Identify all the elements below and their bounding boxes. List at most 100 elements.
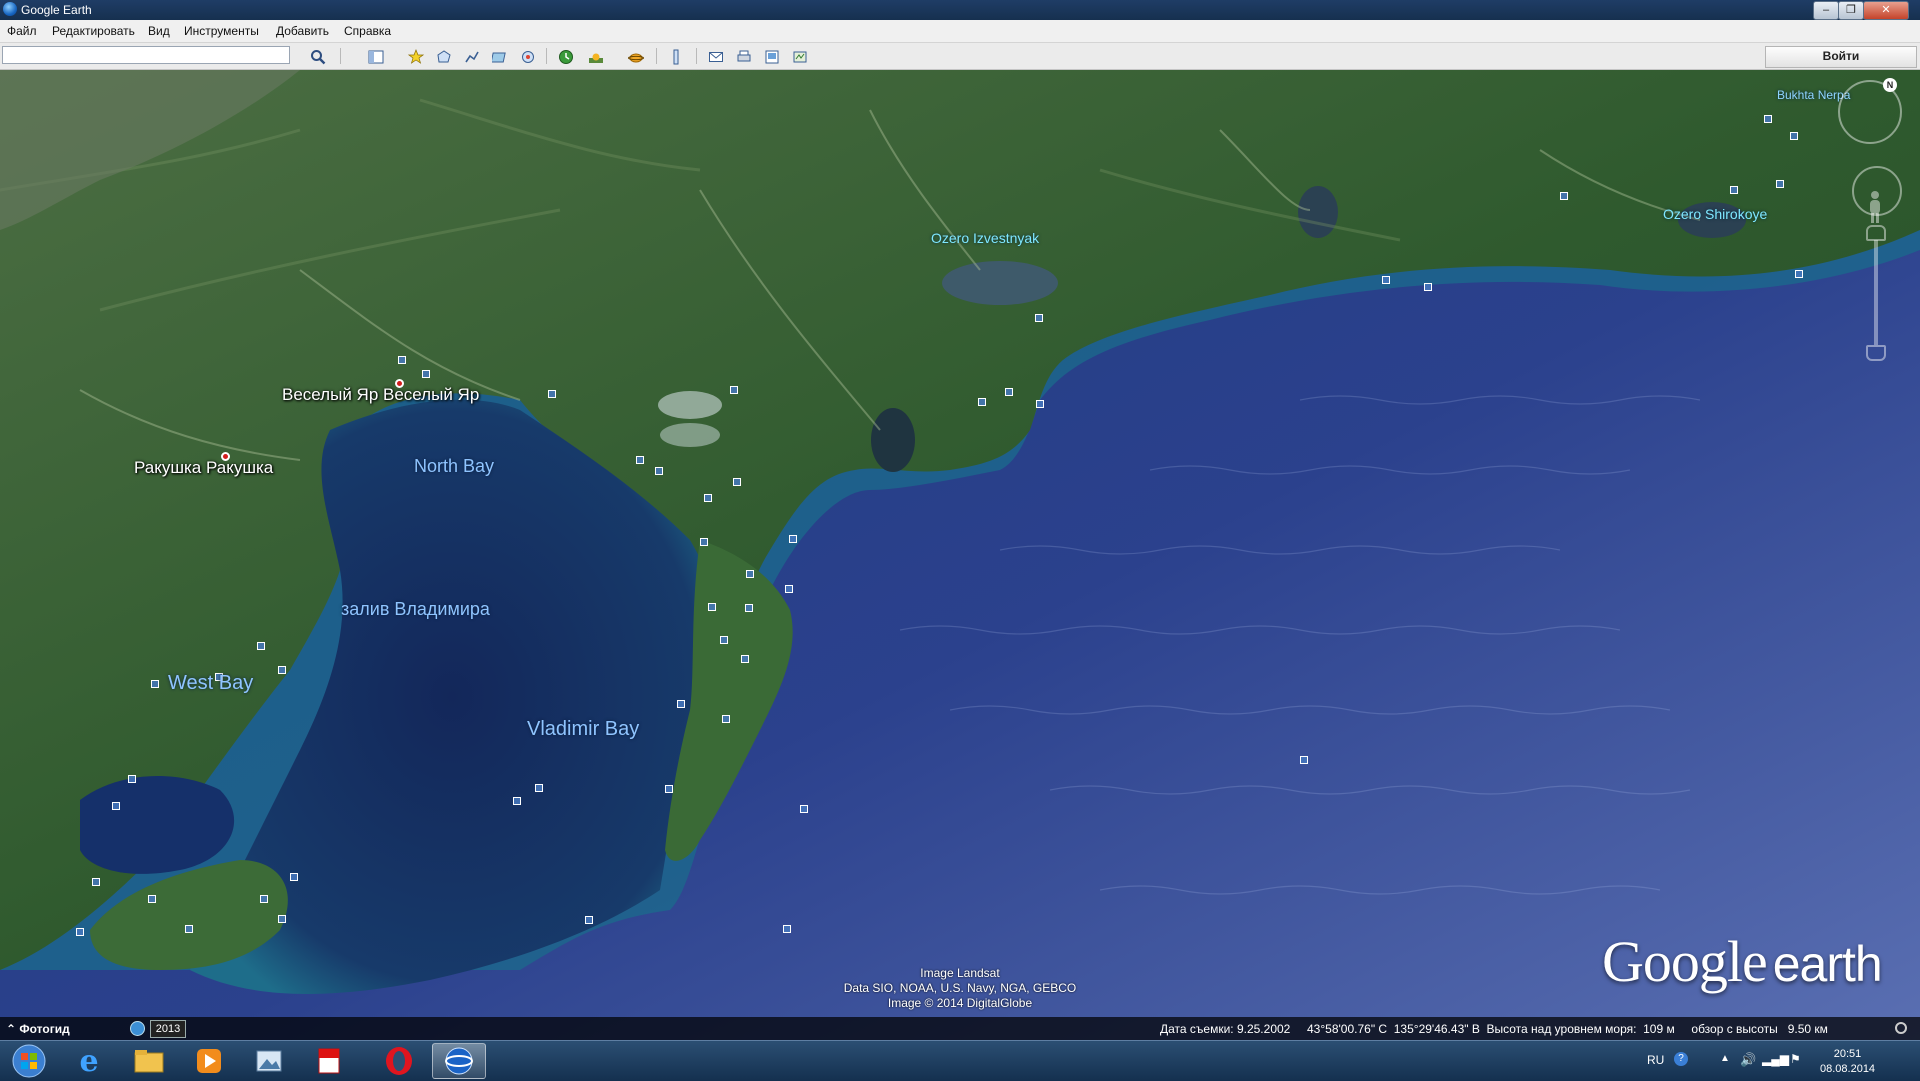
media-player-icon[interactable] (182, 1043, 236, 1079)
photo-icon[interactable] (151, 680, 159, 688)
email-icon[interactable] (704, 46, 728, 68)
photo-guide-button[interactable]: ⌃ Фотогид (6, 1022, 70, 1036)
zoom-out-icon[interactable] (1866, 345, 1886, 361)
historical-imagery-icon[interactable] (130, 1021, 145, 1036)
imagery-year-badge[interactable]: 2013 (150, 1020, 186, 1038)
google-earth-icon[interactable] (432, 1043, 486, 1079)
search-input[interactable] (2, 46, 290, 64)
photo-icon[interactable] (1730, 186, 1738, 194)
show-hidden-icons-icon[interactable]: ▲ (1720, 1053, 1730, 1064)
photo-icon[interactable] (665, 785, 673, 793)
photo-icon[interactable] (677, 700, 685, 708)
language-indicator[interactable]: RU (1647, 1053, 1664, 1067)
minimize-button[interactable]: – (1813, 1, 1839, 20)
photo-icon[interactable] (585, 916, 593, 924)
photo-icon[interactable] (730, 386, 738, 394)
place-label-zaliv-vladimira[interactable]: залив Владимира (341, 599, 490, 620)
photo-icon[interactable] (655, 467, 663, 475)
adobe-reader-icon[interactable] (302, 1043, 356, 1079)
photo-icon[interactable] (422, 370, 430, 378)
historical-imagery-icon[interactable] (554, 46, 578, 68)
photo-icon[interactable] (720, 636, 728, 644)
place-label-north-bay[interactable]: North Bay (414, 456, 494, 477)
photo-icon[interactable] (789, 535, 797, 543)
photo-icon[interactable] (128, 775, 136, 783)
search-icon[interactable] (306, 46, 330, 68)
zoom-slider[interactable] (1874, 240, 1878, 345)
photo-icon[interactable] (741, 655, 749, 663)
photo-icon[interactable] (783, 925, 791, 933)
place-label-ozero-izvestnyak[interactable]: Ozero Izvestnyak (931, 230, 1039, 246)
menu-tools[interactable]: Инструменты (184, 24, 259, 38)
photo-icon[interactable] (548, 390, 556, 398)
internet-explorer-icon[interactable]: e (62, 1043, 116, 1079)
start-icon[interactable] (2, 1043, 56, 1079)
photo-icon[interactable] (746, 570, 754, 578)
earth-3d-view[interactable]: Веселый Яр Веселый Яр Ракушка Ракушка No… (0, 70, 1920, 1040)
photo-icon[interactable] (290, 873, 298, 881)
photo-icon[interactable] (398, 356, 406, 364)
photo-icon[interactable] (112, 802, 120, 810)
photo-app-icon[interactable] (242, 1043, 296, 1079)
photo-icon[interactable] (1560, 192, 1568, 200)
zoom-in-icon[interactable] (1866, 225, 1886, 241)
menu-file[interactable]: Файл (7, 24, 37, 38)
photo-icon[interactable] (1776, 180, 1784, 188)
maps-icon[interactable] (788, 46, 812, 68)
photo-icon[interactable] (257, 642, 265, 650)
photo-icon[interactable] (704, 494, 712, 502)
photo-icon[interactable] (92, 878, 100, 886)
maximize-button[interactable]: ❐ (1838, 1, 1864, 20)
help-icon[interactable]: ? (1674, 1052, 1688, 1066)
volume-icon[interactable]: 🔊 (1740, 1052, 1756, 1068)
photo-icon[interactable] (185, 925, 193, 933)
photo-icon[interactable] (1382, 276, 1390, 284)
place-label-west-bay[interactable]: West Bay (168, 672, 253, 695)
place-label-ozero-shirokoye[interactable]: Ozero Shirokoye (1663, 206, 1767, 222)
photo-icon[interactable] (513, 797, 521, 805)
action-center-flag-icon[interactable]: ⚑ (1790, 1052, 1801, 1066)
place-label-vesely-yar[interactable]: Веселый Яр Веселый Яр (282, 385, 479, 405)
sunlight-icon[interactable] (584, 46, 608, 68)
sky-icon[interactable] (624, 46, 648, 68)
photo-icon[interactable] (260, 895, 268, 903)
print-icon[interactable] (732, 46, 756, 68)
sidebar-toggle-icon[interactable] (364, 46, 388, 68)
place-label-rakushka[interactable]: Ракушка Ракушка (134, 458, 273, 478)
tour-icon[interactable] (516, 46, 540, 68)
file-explorer-icon[interactable] (122, 1043, 176, 1079)
placemark-icon[interactable] (404, 46, 428, 68)
image-overlay-icon[interactable] (488, 46, 512, 68)
photo-icon[interactable] (535, 784, 543, 792)
path-icon[interactable] (460, 46, 484, 68)
clock[interactable]: 20:51 08.08.2014 (1820, 1047, 1875, 1077)
photo-icon[interactable] (1764, 115, 1772, 123)
close-button[interactable]: ✕ (1863, 1, 1909, 20)
street-view-pegman-icon[interactable] (1866, 190, 1884, 224)
photo-icon[interactable] (76, 928, 84, 936)
menu-view[interactable]: Вид (148, 24, 170, 38)
photo-icon[interactable] (1005, 388, 1013, 396)
menu-add[interactable]: Добавить (276, 24, 329, 38)
photo-icon[interactable] (1036, 400, 1044, 408)
photo-icon[interactable] (1424, 283, 1432, 291)
photo-icon[interactable] (278, 915, 286, 923)
photo-icon[interactable] (708, 603, 716, 611)
photo-icon[interactable] (733, 478, 741, 486)
place-label-vladimir-bay[interactable]: Vladimir Bay (527, 718, 639, 741)
save-image-icon[interactable] (760, 46, 784, 68)
photo-icon[interactable] (800, 805, 808, 813)
sign-in-button[interactable]: Войти (1765, 46, 1917, 68)
photo-icon[interactable] (1795, 270, 1803, 278)
photo-icon[interactable] (978, 398, 986, 406)
compass-north-icon[interactable]: N (1883, 78, 1897, 92)
opera-icon[interactable] (372, 1043, 426, 1079)
photo-icon[interactable] (785, 585, 793, 593)
ruler-icon[interactable] (664, 46, 688, 68)
polygon-icon[interactable] (432, 46, 456, 68)
network-icon[interactable]: ▂▄▆ (1762, 1052, 1789, 1066)
photo-icon[interactable] (1035, 314, 1043, 322)
photo-icon[interactable] (745, 604, 753, 612)
photo-icon[interactable] (148, 895, 156, 903)
photo-icon[interactable] (700, 538, 708, 546)
